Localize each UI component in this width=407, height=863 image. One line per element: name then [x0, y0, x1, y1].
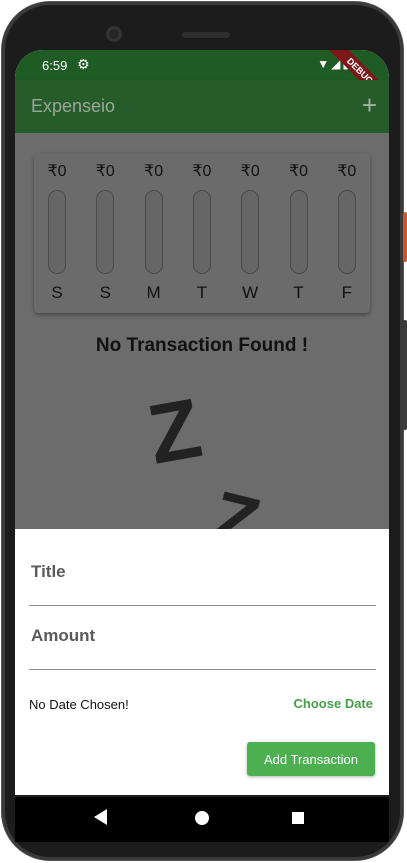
chart-bar-column: ₹0 F [333, 161, 361, 303]
chart-bar-column: ₹0 W [236, 161, 264, 303]
earpiece-speaker [182, 32, 230, 38]
chart-bar [96, 190, 115, 274]
sleep-illustration-z-large: Z [141, 380, 208, 482]
chart-bar-amount: ₹0 [240, 163, 260, 180]
chart-bar-day-label: M [146, 283, 161, 302]
chart-bar [192, 190, 211, 274]
sleep-illustration-z-small: Z [203, 474, 268, 529]
chart-bar-column: ₹0 T [285, 161, 313, 303]
title-field-container [29, 561, 380, 606]
chart-bar-day-label: T [293, 283, 304, 302]
add-transaction-button[interactable]: Add Transaction [247, 742, 375, 776]
chart-bar-column: ₹0 S [91, 161, 119, 303]
back-icon[interactable] [94, 809, 107, 825]
amount-field-container [29, 625, 380, 670]
status-time: 6:59 [42, 58, 68, 73]
add-icon[interactable]: + [362, 90, 377, 121]
chart-bar [48, 190, 66, 274]
chart-bar-amount: ₹0 [192, 163, 212, 180]
chart-bar-day-label: S [51, 283, 63, 302]
chart-bar-day-label: W [242, 283, 259, 302]
date-status-label: No Date Chosen! [29, 697, 129, 712]
system-nav-bar [15, 797, 389, 842]
chart-bar-amount: ₹0 [47, 163, 67, 180]
recents-icon[interactable] [292, 812, 304, 824]
volume-button[interactable] [403, 320, 407, 430]
screen: 6:59 ⚙ ▼◢▮ DEBUG Expenseio + ₹0 S ₹0 S ₹0 M ₹0… [15, 50, 389, 795]
chart-bar-column: ₹0 M [140, 161, 168, 303]
app-title: Expenseio [31, 96, 116, 116]
chart-bar-amount: ₹0 [337, 163, 357, 180]
chart-bar [289, 190, 308, 274]
home-icon[interactable] [195, 811, 209, 825]
empty-state-text: No Transaction Found ! [95, 335, 309, 356]
chart-bar-day-label: S [99, 283, 111, 302]
status-bar: 6:59 ⚙ ▼◢▮ DEBUG [15, 50, 389, 115]
front-camera [106, 26, 122, 42]
power-button[interactable] [403, 212, 407, 262]
chart-bar-day-label: F [341, 283, 352, 302]
chart-bar-day-label: T [196, 283, 208, 302]
chart-bar [144, 190, 163, 274]
chart-bar [337, 190, 356, 274]
amount-input[interactable] [29, 625, 380, 647]
choose-date-button[interactable]: Choose Date [294, 696, 373, 711]
weekly-chart-card: ₹0 S ₹0 S ₹0 M ₹0 T ₹0 W ₹0 T ₹0 F [34, 153, 370, 313]
chart-bar-amount: ₹0 [95, 163, 115, 180]
new-transaction-sheet: No Date Chosen! Choose Date Add Transact… [17, 533, 387, 791]
chart-bar-column: ₹0 T [188, 161, 216, 303]
chart-bar-column: ₹0 S [43, 161, 71, 303]
chart-bar-amount: ₹0 [288, 163, 309, 180]
main-content: ₹0 S ₹0 S ₹0 M ₹0 T ₹0 W ₹0 T ₹0 F No Transaction Fou… [15, 133, 389, 529]
chart-bar [241, 190, 260, 274]
gear-icon: ⚙ [77, 56, 90, 72]
app-bar: Expenseio + [15, 80, 389, 133]
title-input[interactable] [29, 561, 380, 583]
chart-bar-amount: ₹0 [144, 163, 164, 180]
